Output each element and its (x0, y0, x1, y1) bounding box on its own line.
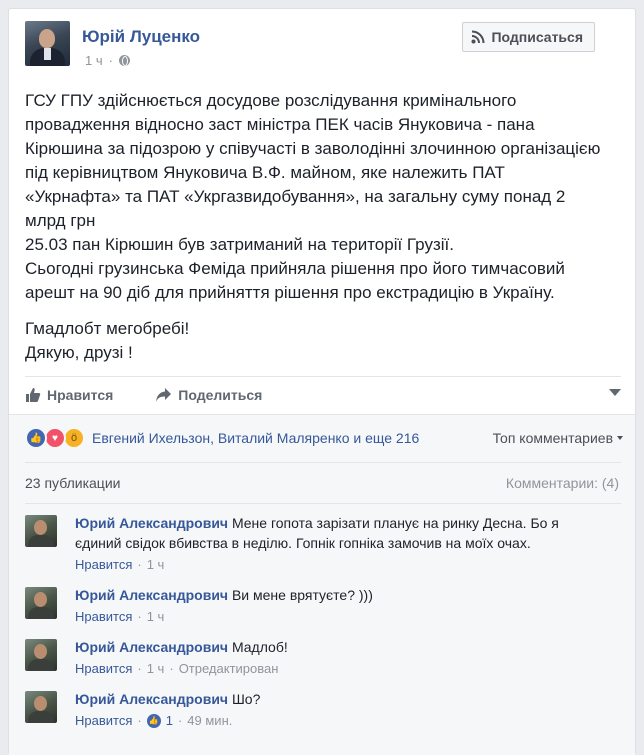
like-reaction-icon: 👍 (146, 714, 161, 728)
edited-label[interactable]: Отредактирован (179, 659, 279, 679)
commenter-avatar[interactable] (25, 639, 57, 671)
comment-text: Юрий Александрович Мадлоб! (75, 639, 288, 655)
comment-time[interactable]: 1 ч (147, 607, 165, 627)
comments-count: Комментарии: (4) (505, 475, 619, 491)
subscribe-label: Подписаться (491, 29, 583, 45)
commenter-name[interactable]: Юрий Александрович (75, 691, 228, 707)
post-meta: 1 ч · (85, 53, 130, 68)
commenter-avatar[interactable] (25, 515, 57, 547)
globe-icon (118, 55, 130, 66)
commenter-avatar[interactable] (25, 587, 57, 619)
post-paragraph: Гмадлобт мегобребі! Дякую, друзі ! (25, 319, 190, 362)
comment-like-button[interactable]: Нравится (75, 555, 132, 575)
reactions-summary[interactable]: 👍 ♥ ö Евгений Ихельзон, Виталий Маляренк… (25, 427, 419, 449)
author-avatar[interactable] (25, 21, 70, 66)
comment-like-count[interactable]: 1 (166, 711, 173, 731)
comment-text: Юрий Александрович Ви мене врятуєте? ))) (75, 587, 373, 603)
post-card: Юрій Луценко 1 ч · Подписаться ГСУ ГПУ з… (8, 8, 636, 755)
divider (25, 462, 621, 463)
love-reaction-icon: ♥ (44, 427, 66, 449)
wow-reaction-icon: ö (63, 427, 85, 449)
author-name[interactable]: Юрій Луценко (82, 27, 200, 47)
comment-like-button[interactable]: Нравится (75, 659, 132, 679)
comment-time[interactable]: 1 ч (147, 555, 165, 575)
comment-time[interactable]: 49 мин. (187, 711, 232, 731)
like-reaction-icon: 👍 (25, 427, 47, 449)
share-arrow-icon (156, 388, 172, 402)
divider (25, 503, 621, 504)
post-action-bar: Нравится Поделиться (25, 376, 621, 413)
comment-time[interactable]: 1 ч (147, 659, 165, 679)
commenter-name[interactable]: Юрий Александрович (75, 587, 228, 603)
commenter-avatar[interactable] (25, 691, 57, 723)
comment-like-button[interactable]: Нравится (75, 607, 132, 627)
rss-icon (471, 30, 485, 44)
chevron-down-icon (617, 436, 623, 440)
comment-text: Юрий Александрович Мене гопота зарізати … (75, 515, 559, 551)
subscribe-button[interactable]: Подписаться (462, 22, 595, 52)
commenter-name[interactable]: Юрий Александрович (75, 515, 228, 531)
share-button[interactable]: Поделиться (155, 387, 262, 403)
commenter-name[interactable]: Юрий Александрович (75, 639, 228, 655)
comment-text: Юрий Александрович Шо? (75, 691, 261, 707)
like-button[interactable]: Нравится (25, 387, 113, 403)
thumbs-up-icon (26, 388, 41, 402)
reactors-text[interactable]: Евгений Ихельзон, Виталий Маляренко и ещ… (92, 430, 419, 446)
top-comments-dropdown[interactable]: Топ комментариев (493, 430, 623, 446)
comment-like-button[interactable]: Нравится (75, 711, 132, 731)
post-paragraph: ГСУ ГПУ здійснюється досудове розслідува… (25, 91, 601, 302)
shares-count[interactable]: 23 публикации (25, 475, 120, 491)
post-time[interactable]: 1 ч (85, 53, 103, 68)
chevron-down-icon[interactable] (609, 389, 621, 396)
post-text: ГСУ ГПУ здійснюється досудове розслідува… (25, 89, 615, 377)
